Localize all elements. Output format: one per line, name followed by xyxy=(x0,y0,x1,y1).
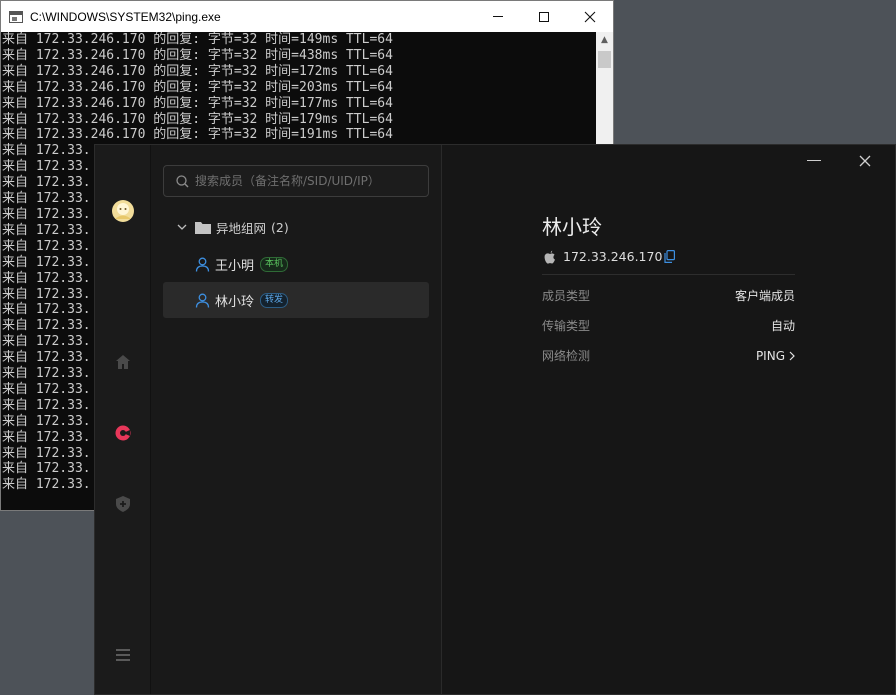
close-icon xyxy=(584,11,596,22)
person-icon xyxy=(195,293,210,308)
console-line: 来自 172.33.246.170 的回复: 字节=32 时间=177ms TT… xyxy=(2,95,393,111)
peer-ip-row: 172.33.246.170 xyxy=(544,249,676,264)
info-row-network-check[interactable]: 网络检测 PING xyxy=(542,347,795,364)
folder-icon xyxy=(195,221,211,234)
member-badge-local: 本机 xyxy=(260,256,289,272)
copy-icon[interactable] xyxy=(664,250,676,263)
member-search-box[interactable] xyxy=(163,165,429,197)
group-row[interactable]: 异地组网 (2) xyxy=(163,215,429,239)
chevron-down-icon[interactable] xyxy=(177,222,187,232)
info-key: 成员类型 xyxy=(542,289,591,303)
info-value: 客户端成员 xyxy=(734,289,795,303)
console-line: 来自 172.33.246.170 的回复: 字节=32 时间=149ms TT… xyxy=(2,32,393,47)
group-count: (2) xyxy=(271,219,289,235)
info-row-member-type: 成员类型 客户端成员 xyxy=(542,287,795,304)
member-row-selected[interactable]: 林小玲 转发 xyxy=(163,282,429,318)
home-icon xyxy=(116,355,130,369)
member-name: 林小玲 xyxy=(215,294,255,310)
peer-ip: 172.33.246.170 xyxy=(563,249,663,264)
nav-network[interactable] xyxy=(109,419,137,447)
apple-icon xyxy=(544,250,555,264)
member-list-pane: 异地组网 (2) 王小明 本机 林小玲 转发 xyxy=(151,145,442,694)
member-search-input[interactable] xyxy=(195,174,415,188)
info-value[interactable]: PING xyxy=(756,349,785,363)
info-divider xyxy=(542,274,795,275)
network-app-window: 异地组网 (2) 王小明 本机 林小玲 转发 林小玲 xyxy=(94,144,896,695)
person-icon xyxy=(195,257,210,272)
close-icon xyxy=(859,155,871,167)
peer-name: 林小玲 xyxy=(542,215,602,239)
info-value: 自动 xyxy=(770,319,795,333)
member-detail-pane: 林小玲 172.33.246.170 成员类型 客户端成员 传输类型 自动 网络… xyxy=(443,145,895,694)
app-close-button[interactable] xyxy=(857,153,873,169)
avatar-icon xyxy=(112,200,134,222)
member-badge-relay: 转发 xyxy=(260,292,289,308)
nav-security[interactable] xyxy=(109,490,137,518)
info-key: 网络检测 xyxy=(542,349,591,363)
member-name: 王小明 xyxy=(215,258,255,274)
search-icon xyxy=(176,174,189,187)
console-close-button[interactable] xyxy=(567,1,613,32)
user-avatar[interactable] xyxy=(109,197,137,225)
nav-home[interactable] xyxy=(109,348,137,376)
nav-rail xyxy=(95,145,151,694)
app-minimize-button[interactable] xyxy=(807,160,821,161)
console-app-icon xyxy=(9,10,23,23)
info-key: 传输类型 xyxy=(542,319,591,333)
console-title: C:\WINDOWS\SYSTEM32\ping.exe xyxy=(30,9,221,24)
maximize-icon xyxy=(539,11,549,22)
ping-link[interactable]: PING xyxy=(756,347,795,364)
console-titlebar[interactable]: C:\WINDOWS\SYSTEM32\ping.exe xyxy=(1,1,613,32)
menu-icon xyxy=(116,649,130,661)
chevron-right-icon[interactable] xyxy=(789,351,795,361)
scrollbar-thumb[interactable] xyxy=(598,51,611,68)
group-name: 异地组网 xyxy=(216,220,267,236)
member-row[interactable]: 王小明 本机 xyxy=(163,246,429,282)
minimize-icon xyxy=(493,16,503,17)
console-line: 来自 172.33.246.170 的回复: 字节=32 时间=179ms TT… xyxy=(2,111,393,127)
network-icon xyxy=(115,425,131,441)
console-line: 来自 172.33.246.170 的回复: 字节=32 时间=203ms TT… xyxy=(2,79,393,95)
console-maximize-button[interactable] xyxy=(521,1,567,32)
console-minimize-button[interactable] xyxy=(475,1,521,32)
nav-menu[interactable] xyxy=(109,641,137,669)
info-row-transport-type: 传输类型 自动 xyxy=(542,317,795,334)
console-line: 来自 172.33.246.170 的回复: 字节=32 时间=191ms TT… xyxy=(2,127,393,143)
scroll-up-arrow-icon[interactable]: ▲ xyxy=(596,32,613,49)
console-line: 来自 172.33.246.170 的回复: 字节=32 时间=438ms TT… xyxy=(2,47,393,63)
console-line: 来自 172.33.246.170 的回复: 字节=32 时间=172ms TT… xyxy=(2,63,393,79)
shield-plus-icon xyxy=(116,496,130,512)
